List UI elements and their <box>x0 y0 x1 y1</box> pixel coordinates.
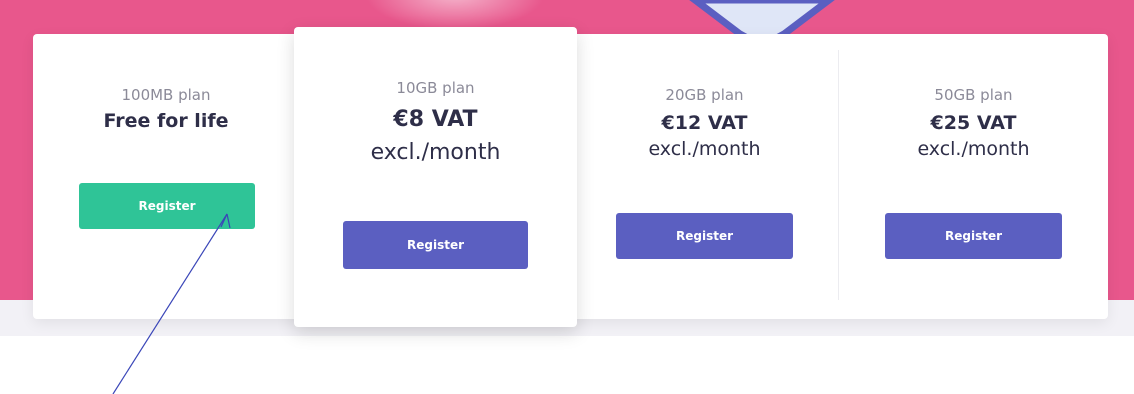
arrow-icon <box>112 213 231 394</box>
